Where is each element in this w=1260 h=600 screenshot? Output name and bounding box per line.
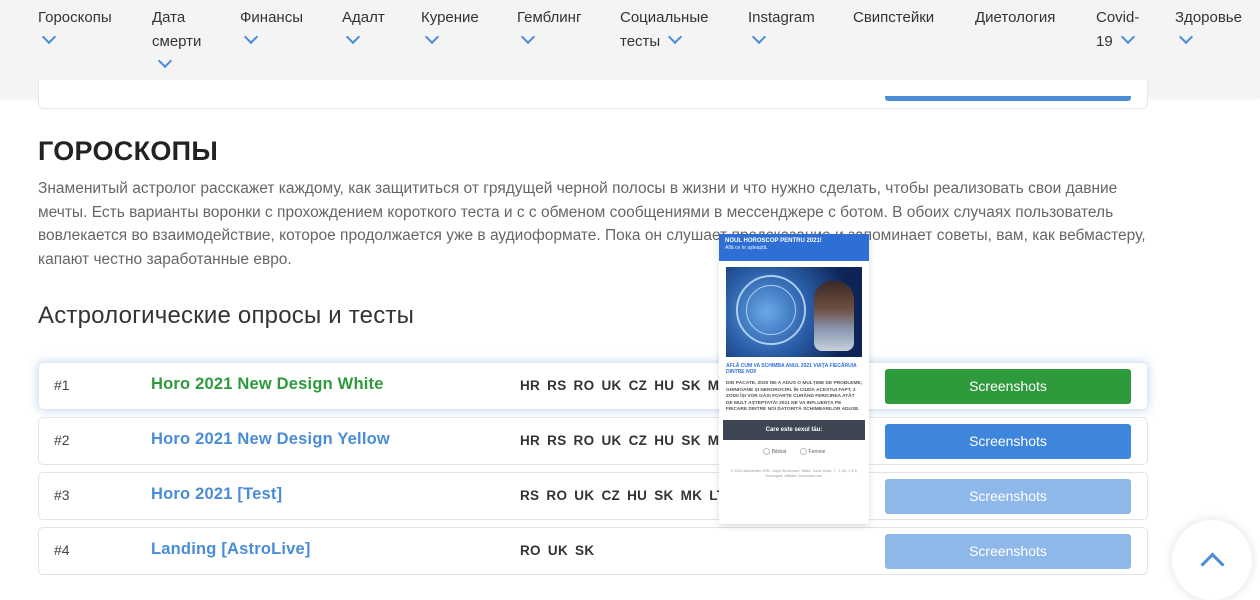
geo-list: HR RS RO UK CZ HU SK MK — [520, 433, 730, 448]
offer-title-link[interactable]: Horo 2021 New Design White — [151, 375, 384, 394]
previous-card-edge — [38, 80, 1148, 109]
zodiac-woman-image — [726, 267, 862, 357]
offer-row-2[interactable]: #2 Horo 2021 New Design Yellow HR RS RO … — [38, 417, 1148, 465]
chevron-down-icon[interactable] — [421, 29, 441, 46]
nav-item-instagram[interactable]: Instagram — [748, 6, 815, 54]
nav-item-smoking[interactable]: Курение — [421, 6, 479, 54]
nav-item-social-tests[interactable]: Социальные тесты — [620, 6, 730, 54]
radio-icon — [799, 447, 807, 455]
option-female: Femeie — [799, 447, 826, 455]
row-number: #4 — [54, 542, 70, 558]
landing-preview-popup: NOUL HOROSCOP PENTRU 2021! Află ce te aș… — [719, 234, 869, 524]
previous-card-button-edge[interactable] — [885, 96, 1131, 101]
nav-item-horoscopes[interactable]: Гороскопы — [38, 6, 112, 54]
nav-item-sweepstakes[interactable]: Свипстейки — [853, 6, 934, 30]
screenshots-button[interactable]: Screenshots — [885, 479, 1131, 514]
option-male-label: Bărbat — [771, 448, 787, 455]
nav-item-adult[interactable]: Адалт — [342, 6, 385, 54]
preview-body-text: DIN PĂCATE, 2020 NE-A ADUS O MULȚIME DE … — [726, 381, 863, 412]
section-description: Знаменитый астролог расскажет каждому, к… — [38, 180, 1146, 268]
row-number: #3 — [54, 487, 70, 503]
chevron-down-icon[interactable] — [664, 29, 684, 46]
chevron-down-icon[interactable] — [240, 29, 260, 46]
geo-list: RS RO UK CZ HU SK MK LT — [520, 488, 726, 503]
section-title: ГОРОСКОПЫ — [38, 136, 219, 166]
preview-question: Care este sexul tău: — [723, 419, 865, 440]
preview-header-subtitle: Află ce te așteaptă. — [725, 245, 768, 251]
nav-item-label: Instagram — [748, 9, 815, 26]
screenshots-button[interactable]: Screenshots — [885, 424, 1131, 459]
screenshots-button[interactable]: Screenshots — [885, 369, 1131, 404]
offer-row-4[interactable]: #4 Landing [AstroLive] RO UK SK Screensh… — [38, 527, 1148, 575]
zodiac-inner-ring — [746, 285, 796, 335]
nav-item-label: Здоровье — [1175, 9, 1242, 26]
nav-item-label: Финансы — [240, 9, 303, 26]
nav-item-death-date[interactable]: Дата смерти — [152, 6, 201, 78]
nav-item-label: Свипстейки — [853, 9, 935, 26]
geo-list: RO UK SK — [520, 543, 595, 558]
screenshots-button[interactable]: Screenshots — [885, 534, 1131, 569]
woman-figure — [814, 281, 854, 351]
nav-item-label: Дата смерти — [152, 9, 202, 50]
geo-list: HR RS RO UK CZ HU SK MK — [520, 378, 730, 393]
chevron-down-icon[interactable] — [517, 29, 537, 46]
option-male: Bărbat — [762, 447, 787, 455]
nav-item-label: Гороскопы — [38, 9, 112, 26]
preview-header-title: NOUL HOROSCOP PENTRU 2021! — [725, 238, 822, 244]
chevron-down-icon[interactable] — [342, 29, 362, 46]
offer-title-link[interactable]: Horo 2021 New Design Yellow — [151, 430, 390, 449]
chevron-down-icon[interactable] — [154, 53, 174, 70]
chevron-down-icon[interactable] — [1175, 29, 1195, 46]
option-female-label: Femeie — [808, 448, 826, 455]
chevron-down-icon[interactable] — [38, 29, 58, 46]
preview-headline: AFLĂ CUM VA SCHIMBA ANUL 2021 VIAȚA FIEC… — [726, 363, 857, 375]
row-number: #2 — [54, 432, 70, 448]
nav-item-dietology[interactable]: Диетология — [975, 6, 1055, 30]
nav-item-label: Гемблинг — [517, 9, 582, 26]
nav-item-label: Курение — [421, 9, 479, 26]
preview-options: Bărbat Femeie — [719, 447, 869, 455]
row-number: #1 — [54, 377, 70, 393]
offer-title-link[interactable]: Horo 2021 [Test] — [151, 485, 282, 504]
back-to-top-button[interactable] — [1172, 520, 1252, 600]
nav-item-label: Адалт — [342, 9, 385, 26]
nav-item-label: Диетология — [975, 9, 1056, 26]
nav-item-covid[interactable]: Covid- 19 — [1096, 6, 1156, 54]
preview-header: NOUL HOROSCOP PENTRU 2021! Află ce te aș… — [719, 234, 869, 261]
chevron-down-icon[interactable] — [748, 29, 768, 46]
offer-row-1[interactable]: #1 Horo 2021 New Design White HR RS RO U… — [38, 362, 1148, 410]
radio-icon — [762, 447, 770, 455]
chevron-up-icon — [1200, 552, 1225, 577]
nav-item-health[interactable]: Здоровье — [1175, 6, 1242, 54]
offer-title-link[interactable]: Landing [AstroLive] — [151, 540, 311, 559]
subsection-title: Астрологические опросы и тесты — [38, 302, 415, 329]
preview-footer: © 2021 Astrotester SRL. Hays Boulevard, … — [730, 468, 858, 478]
nav-item-gambling[interactable]: Гемблинг — [517, 6, 581, 54]
offer-row-3[interactable]: #3 Horo 2021 [Test] RS RO UK CZ HU SK MK… — [38, 472, 1148, 520]
chevron-down-icon[interactable] — [1117, 29, 1137, 46]
nav-item-finance[interactable]: Финансы — [240, 6, 303, 54]
